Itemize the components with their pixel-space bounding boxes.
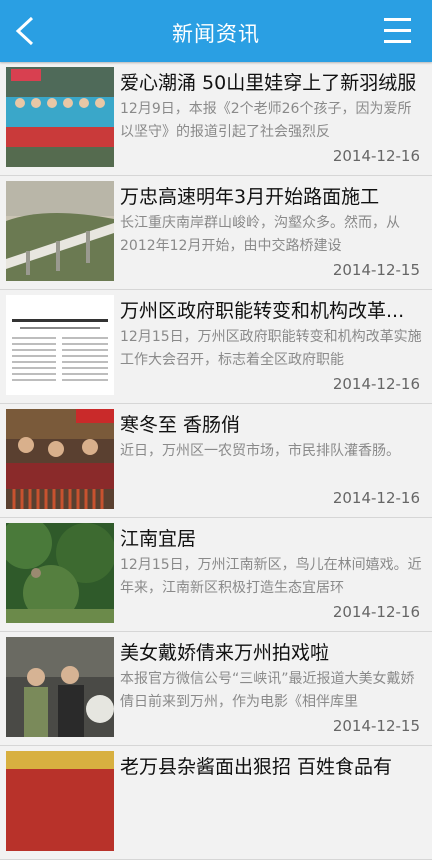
news-thumbnail: [6, 637, 114, 737]
news-list-item[interactable]: 寒冬至 香肠俏 近日，万州区一农贸市场，市民排队灌香肠。 2014-12-16: [0, 404, 432, 518]
news-summary: 12月15日，万州江南新区，鸟儿在林间嬉戏。近年来，江南新区积极打造生态宜居环: [120, 557, 422, 596]
news-list-item[interactable]: 万州区政府职能转变和机构改革... 12月15日，万州区政府职能转变和机构改革实…: [0, 290, 432, 404]
news-thumbnail: [6, 751, 114, 851]
news-date: 2014-12-16: [332, 375, 420, 393]
news-title: 万忠高速明年3月开始路面施工: [120, 186, 380, 208]
news-title: 老万县杂酱面出狠招 百姓食品有: [120, 756, 393, 778]
news-title: 寒冬至 香肠俏: [120, 414, 241, 436]
news-thumbnail: [6, 67, 114, 167]
news-title: 美女戴娇倩来万州拍戏啦: [120, 642, 330, 664]
news-title: 江南宜居: [120, 528, 197, 550]
news-thumbnail: [6, 295, 114, 395]
news-list-item[interactable]: 万忠高速明年3月开始路面施工 长江重庆南岸群山峻岭，沟壑众多。然而，从2012年…: [0, 176, 432, 290]
hamburger-menu-icon[interactable]: [384, 14, 414, 48]
news-date: 2014-12-15: [332, 717, 420, 735]
news-list-item[interactable]: 爱心潮涌 50山里娃穿上了新羽绒服 12月9日，本报《2个老师26个孩子，因为爱…: [0, 62, 432, 176]
news-list-item[interactable]: 美女戴娇倩来万州拍戏啦 本报官方微信公号“三峡讯”最近报道大美女戴娇倩日前来到万…: [0, 632, 432, 746]
news-title: 爱心潮涌 50山里娃穿上了新羽绒服: [120, 72, 417, 94]
top-app-bar: 新闻资讯: [0, 0, 432, 62]
news-thumbnail: [6, 523, 114, 623]
news-list-item[interactable]: 江南宜居 12月15日，万州江南新区，鸟儿在林间嬉戏。近年来，江南新区积极打造生…: [0, 518, 432, 632]
news-date: 2014-12-16: [332, 147, 420, 165]
news-summary: 长江重庆南岸群山峻岭，沟壑众多。然而，从2012年12月开始，由中交路桥建设: [120, 215, 400, 254]
news-date: 2014-12-15: [332, 261, 420, 279]
news-summary: 12月9日，本报《2个老师26个孩子，因为爱所以坚守》的报道引起了社会强烈反: [120, 101, 412, 140]
news-summary: 近日，万州区一农贸市场，市民排队灌香肠。: [120, 443, 400, 459]
news-summary: 本报官方微信公号“三峡讯”最近报道大美女戴娇倩日前来到万州，作为电影《相伴库里: [120, 671, 415, 710]
news-summary: 12月15日，万州区政府职能转变和机构改革实施工作大会召开，标志着全区政府职能: [120, 329, 422, 368]
news-list-item[interactable]: 老万县杂酱面出狠招 百姓食品有: [0, 746, 432, 860]
news-date: 2014-12-16: [332, 489, 420, 507]
news-list: 爱心潮涌 50山里娃穿上了新羽绒服 12月9日，本报《2个老师26个孩子，因为爱…: [0, 62, 432, 860]
page-title: 新闻资讯: [172, 22, 260, 46]
news-thumbnail: [6, 409, 114, 509]
news-date: 2014-12-16: [332, 603, 420, 621]
news-thumbnail: [6, 181, 114, 281]
news-title: 万州区政府职能转变和机构改革...: [120, 300, 405, 322]
